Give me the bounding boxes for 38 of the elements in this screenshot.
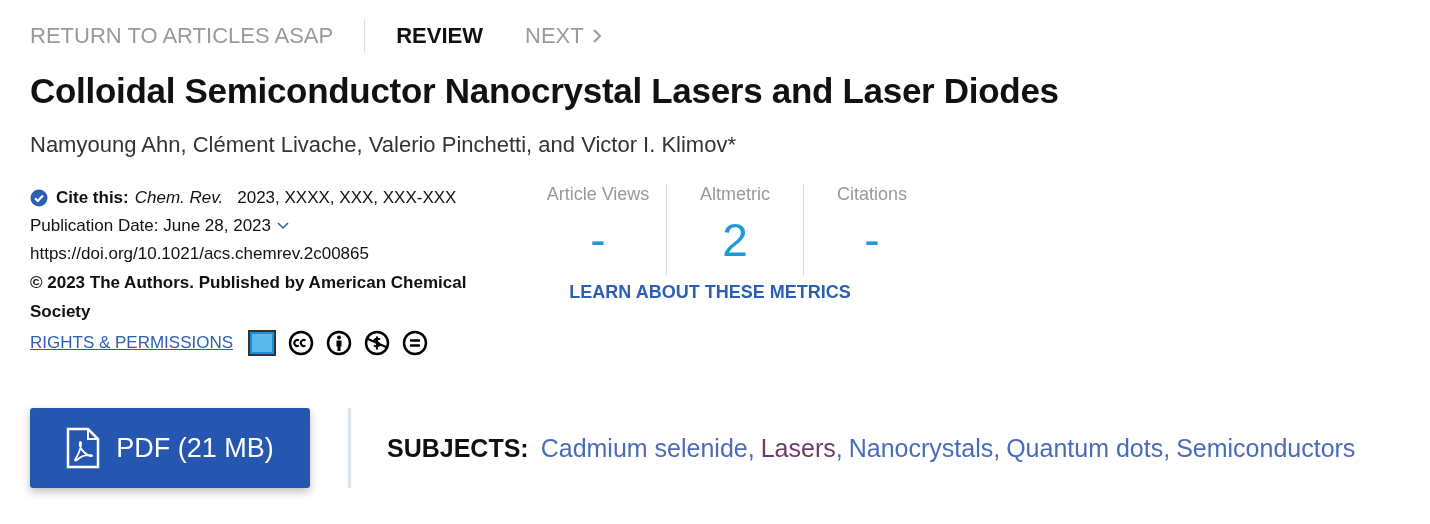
metric-label: Article Views (546, 184, 650, 205)
article-type: REVIEW (396, 23, 483, 49)
subject-link[interactable]: Quantum dots (1006, 433, 1164, 462)
subject-link[interactable]: Cadmium selenide (540, 433, 748, 462)
subject-link[interactable]: Semiconductors (1176, 433, 1356, 462)
metric-value: - (590, 213, 606, 267)
metrics-link[interactable]: LEARN ABOUT THESE METRICS (569, 282, 851, 303)
metric-value: - (864, 213, 880, 267)
subjects-label: SUBJECTS: (387, 433, 529, 463)
pdf-file-icon (66, 427, 101, 469)
publication-date: Publication Date: June 28, 2023 (30, 216, 271, 236)
pdf-button[interactable]: PDF (21 MB) (30, 408, 310, 488)
comma: , (747, 433, 755, 462)
person-icon (326, 330, 353, 356)
article-title: Colloidal Semiconductor Nanocrystal Lasers and Laser Diodes (30, 70, 1060, 112)
caret-icon[interactable] (277, 222, 289, 230)
citation-details: 2023, XXXX, XXX, XXX-XXX (237, 188, 457, 208)
author-list: Namyoung Ahn, Clément Livache, Valerio Pinchetti, and Victor I. Klimov* (30, 132, 1370, 158)
no-dollar-icon (364, 330, 391, 356)
copyright-text: © 2023 The Authors. Published by American Chemical Society (30, 272, 468, 323)
metric-label: Altmetric (700, 184, 770, 205)
doi-text: https://doi.org/10.1021/acs.chemrev.2c00865 (30, 244, 369, 264)
metric-value: 2 (722, 213, 748, 267)
cite-label: Cite this: (56, 188, 129, 208)
cc-icon (288, 330, 315, 356)
comma: , (993, 433, 1001, 462)
next-link[interactable]: NEXT (525, 23, 602, 49)
equals-circle-icon (402, 330, 429, 356)
journal-name: Chem. Rev. (134, 188, 224, 208)
return-link[interactable]: RETURN TO ARTICLES ASAP (30, 19, 366, 53)
subject-link[interactable]: Nanocrystals (848, 433, 994, 462)
rights-link[interactable]: RIGHTS & PERMISSIONS (30, 333, 234, 353)
comma: , (1163, 433, 1171, 462)
subject-link[interactable]: Lasers (760, 433, 836, 462)
check-circle-icon (30, 189, 48, 207)
chevron-right-icon (591, 28, 602, 44)
comma: , (835, 433, 843, 462)
metric-label: Citations (837, 184, 907, 205)
